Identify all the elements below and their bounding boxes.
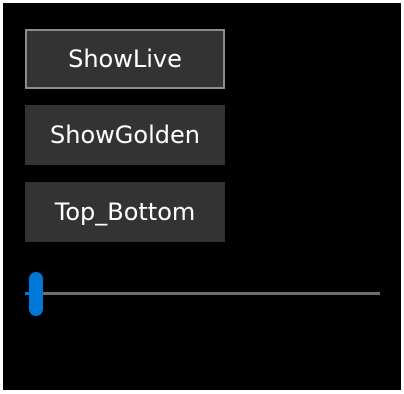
show-golden-button[interactable]: ShowGolden bbox=[25, 105, 225, 165]
slider-thumb[interactable] bbox=[28, 272, 43, 316]
top-bottom-button[interactable]: Top_Bottom bbox=[25, 182, 225, 242]
slider-track bbox=[25, 292, 380, 295]
show-live-button[interactable]: ShowLive bbox=[25, 29, 225, 89]
slider[interactable] bbox=[25, 270, 380, 318]
app-panel: ShowLive ShowGolden Top_Bottom bbox=[3, 3, 401, 390]
